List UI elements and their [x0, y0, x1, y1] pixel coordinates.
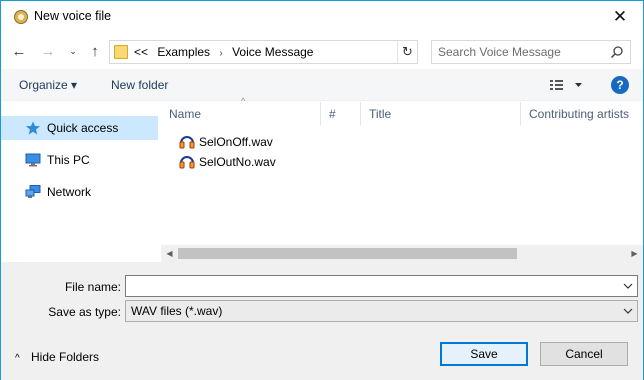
save-as-type-value: WAV files (*.wav): [131, 304, 223, 318]
star-icon: [26, 121, 40, 135]
breadcrumb: << Examples › Voice Message: [134, 45, 319, 59]
recent-locations-button[interactable]: ⌄: [63, 41, 83, 61]
help-button[interactable]: ?: [611, 76, 629, 94]
breadcrumb-separator-icon[interactable]: ›: [219, 48, 222, 59]
refresh-button[interactable]: ↻: [397, 41, 417, 63]
column-header-title[interactable]: Title: [361, 102, 521, 126]
nav-item-network[interactable]: Network: [1, 180, 158, 204]
app-icon: [14, 10, 28, 24]
hide-folders-label: Hide Folders: [31, 350, 100, 364]
save-as-type-label: Save as type:: [48, 305, 121, 319]
column-header-label: Name: [169, 107, 202, 121]
organize-button[interactable]: Organize ▾: [19, 78, 77, 92]
scrollbar-thumb[interactable]: [178, 248, 517, 259]
column-header-label: Title: [369, 107, 392, 121]
save-as-type-select[interactable]: WAV files (*.wav): [125, 300, 638, 322]
nav-item-label: This PC: [47, 153, 90, 167]
command-bar: Organize ▾ New folder ?: [1, 69, 643, 101]
window-title: New voice file: [34, 9, 112, 23]
address-bar[interactable]: << Examples › Voice Message ↻: [109, 40, 418, 64]
column-header-contributing-artists[interactable]: Contributing artists: [521, 102, 643, 126]
file-name-label: File name:: [64, 280, 121, 294]
horizontal-scrollbar[interactable]: ◀ ▶: [161, 245, 643, 262]
folder-icon: [114, 45, 128, 59]
save-form: File name: Save as type: WAV files (*.wa…: [1, 262, 643, 380]
file-list: ^ Name # Title Contributing artists SelO…: [161, 96, 643, 262]
scroll-right-icon[interactable]: ▶: [626, 245, 643, 262]
search-input[interactable]: [438, 44, 608, 60]
arrow-right-icon: →: [40, 42, 56, 60]
file-name: SelOutNo.wav: [199, 155, 276, 169]
nav-item-this-pc[interactable]: This PC: [1, 148, 158, 172]
chevron-down-icon[interactable]: [623, 281, 633, 291]
search-icon: [610, 46, 623, 59]
audio-file-icon: [179, 156, 195, 169]
sort-ascending-icon: ^: [241, 96, 246, 106]
close-icon: ✕: [612, 7, 628, 26]
chevron-up-icon: ^: [15, 353, 20, 364]
nav-item-quick-access[interactable]: Quick access: [1, 116, 158, 140]
file-name-combobox[interactable]: [125, 275, 638, 297]
arrow-left-icon: ←: [11, 42, 27, 60]
back-button[interactable]: ←: [9, 41, 29, 61]
hide-folders-button[interactable]: ^ Hide Folders: [15, 350, 99, 364]
search-box[interactable]: [431, 40, 631, 64]
column-header-label: #: [329, 107, 336, 121]
breadcrumb-overflow[interactable]: <<: [134, 45, 148, 59]
cancel-button[interactable]: Cancel: [540, 342, 628, 366]
computer-icon: [25, 153, 41, 167]
arrow-up-icon: ↑: [91, 42, 99, 60]
navigation-pane: Quick access This PC Network: [1, 102, 161, 262]
column-header-number[interactable]: #: [321, 102, 361, 126]
save-button[interactable]: Save: [440, 342, 528, 366]
chevron-down-icon: ⌄: [69, 45, 77, 56]
refresh-icon: ↻: [402, 44, 413, 59]
chevron-down-icon: [623, 308, 633, 314]
forward-button[interactable]: →: [38, 41, 58, 61]
close-button[interactable]: ✕: [597, 1, 643, 33]
address-row: ← → ⌄ ↑ << Examples › Voice Message ↻: [1, 35, 643, 67]
title-bar: New voice file ✕: [1, 1, 643, 33]
column-header-label: Contributing artists: [529, 107, 630, 121]
breadcrumb-item-examples[interactable]: Examples: [157, 45, 210, 59]
save-file-dialog: New voice file ✕ ← → ⌄ ↑ << Examples › V…: [0, 0, 644, 380]
up-button[interactable]: ↑: [85, 41, 105, 61]
audio-file-icon: [179, 136, 195, 149]
breadcrumb-item-voice-message[interactable]: Voice Message: [232, 45, 313, 59]
file-name-input[interactable]: [130, 279, 610, 294]
column-header-name[interactable]: ^ Name: [161, 96, 321, 126]
nav-item-label: Quick access: [47, 121, 119, 135]
view-options-icon[interactable]: [549, 77, 585, 93]
new-folder-button[interactable]: New folder: [111, 78, 168, 92]
file-name: SelOnOff.wav: [199, 135, 273, 149]
nav-item-label: Network: [47, 185, 92, 199]
scroll-left-icon[interactable]: ◀: [161, 245, 178, 262]
network-icon: [25, 185, 41, 198]
